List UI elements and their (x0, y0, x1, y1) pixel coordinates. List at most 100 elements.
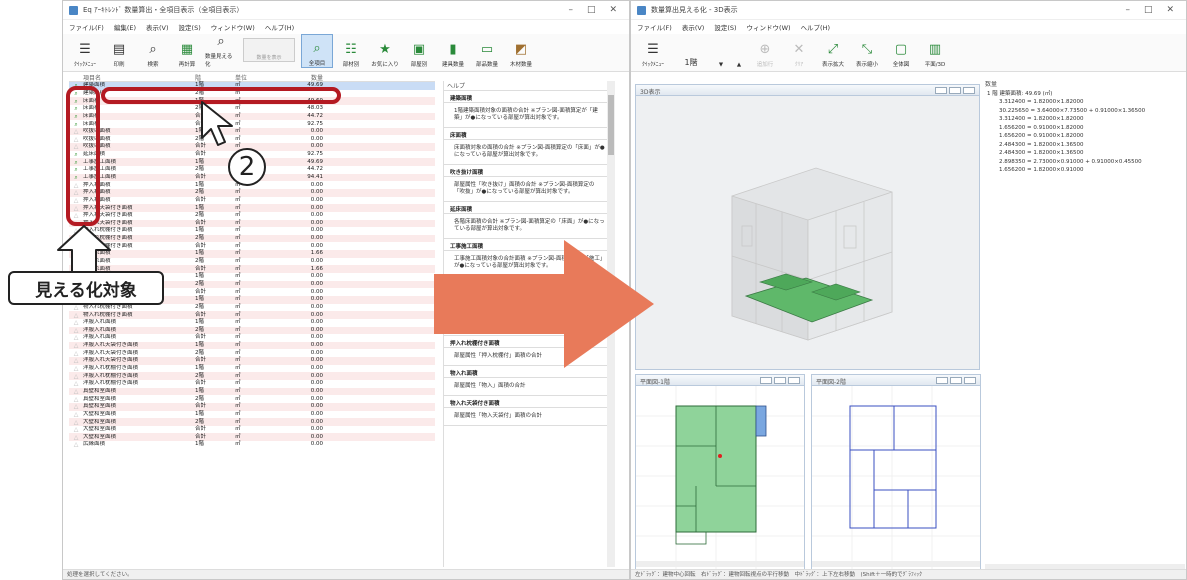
close-button[interactable]: ✕ (1166, 5, 1174, 15)
floor-down-button[interactable]: ▼ (713, 34, 729, 68)
table-row[interactable]: △ 吹抜け面積 1階㎡ 0.00 (69, 127, 435, 136)
menu-help[interactable]: ヘルプ(H) (265, 22, 294, 32)
all-items-tab[interactable]: ⌕ 全項目 (301, 34, 333, 68)
menu-view[interactable]: 表示(V) (146, 22, 169, 32)
menu-window[interactable]: ウィンドウ(W) (747, 22, 791, 32)
menu-file[interactable]: ファイル(F) (637, 22, 672, 32)
fit-all-button[interactable]: ▢ 全体図 (885, 34, 917, 69)
table-row[interactable]: △ 物入れ枕棚付き面積 合計 ㎡ 0.00 (69, 311, 435, 319)
view-3d-pane[interactable]: 3D表示 (635, 84, 980, 370)
help-section: 建築面積 1階建築面積対象の面積の合計 ※プラン図-面積算定が「建築」が●になって… (444, 91, 615, 128)
add-row-button[interactable]: ⊕ 追加行 (749, 34, 781, 69)
table-row[interactable]: △ 洋服入れ天袋付き面積 2階 ㎡ 0.00 (69, 349, 435, 357)
row-quantity: 0.00 (310, 395, 323, 402)
table-row[interactable]: △物入れ面積2階㎡0.00 (69, 258, 435, 266)
minimize-button[interactable]: – (1125, 5, 1130, 15)
table-row[interactable]: △ 真壁和室面積 2階 ㎡ 0.00 (69, 395, 435, 403)
table-row[interactable]: △ 洋服入れ面積 合計 ㎡ 0.00 (69, 334, 435, 342)
by-part-tab[interactable]: ☷ 部材別 (335, 34, 367, 69)
table-row[interactable]: △ 洋服入れ枕棚付き面積 2階 ㎡ 0.00 (69, 372, 435, 380)
lumber-tab[interactable]: ◩ 木材数量 (505, 34, 537, 69)
table-row[interactable]: △ 押入れ枕棚付き面積 1階㎡ 0.00 (69, 227, 435, 235)
menu-edit[interactable]: 編集(E) (114, 22, 136, 32)
menu-settings[interactable]: 設定(S) (179, 22, 201, 32)
table-row[interactable]: △ 真壁和室面積 合計 ㎡ 0.00 (69, 402, 435, 411)
parts-tab[interactable]: ▭ 部品数量 (471, 34, 503, 69)
table-row[interactable]: △ 大壁和室面積 2階 ㎡ 0.00 (69, 418, 435, 426)
col-quantity[interactable]: 数量 (279, 73, 323, 82)
table-row[interactable]: △ 吹抜け面積 2階㎡ 0.00 (69, 135, 435, 143)
table-row[interactable]: △ 押入れ天袋付き面積 1階㎡ 0.00 (69, 204, 435, 212)
table-row[interactable]: △ 大壁和室面積 1階 ㎡ 0.00 (69, 411, 435, 419)
visualize-button[interactable]: ⌕ 数量見える化 (205, 34, 237, 68)
pane-close[interactable] (788, 377, 800, 384)
menu-help[interactable]: ヘルプ(H) (801, 22, 830, 32)
search-button[interactable]: ⌕ 検索 (137, 34, 169, 69)
pane-maximize[interactable] (949, 87, 961, 94)
zoom-in-button[interactable]: ⤢ 表示拡大 (817, 34, 849, 69)
menu-window[interactable]: ウィンドウ(W) (211, 22, 255, 32)
row-quantity: 0.00 (310, 296, 323, 303)
row-floor: 合計 (195, 334, 207, 341)
print-button[interactable]: ▤ 印刷 (103, 34, 135, 69)
fittings-tab[interactable]: ▮ 建具数量 (437, 34, 469, 69)
quick-menu-button[interactable]: ☰ ｸｲｯｸﾒﾆｭｰ (637, 34, 669, 69)
by-room-tab[interactable]: ▣ 部屋別 (403, 34, 435, 69)
table-row[interactable]: △ 洋服入れ枕棚付き面積 1階 ㎡ 0.00 (69, 365, 435, 373)
pane-maximize[interactable] (774, 377, 786, 384)
help-scroll-thumb[interactable] (608, 95, 614, 155)
floor-up-button[interactable]: ▲ (731, 34, 747, 68)
pane-minimize[interactable] (936, 377, 948, 384)
table-row[interactable]: △ 押入れ面積 合計㎡ 0.00 (69, 197, 435, 205)
table-row[interactable]: △ 真壁和室面積 1階 ㎡ 0.00 (69, 387, 435, 396)
table-row[interactable]: ⌕ 床面積 合計㎡ 92.75 (69, 120, 435, 128)
pane-close[interactable] (964, 377, 976, 384)
table-row[interactable]: △ 洋服入れ面積 1階 ㎡ 0.00 (69, 319, 435, 327)
pane-close[interactable] (963, 87, 975, 94)
menu-settings[interactable]: 設定(S) (714, 22, 736, 32)
list-rows: ⌕ 建築面積 1階㎡ 49.69 ⌕ 建築面積 2階㎡ ⌕ 床面積 1階㎡ 49.69 ⌕ 床面積 2階㎡… (69, 82, 435, 449)
table-row[interactable]: △ 大壁和室面積 合計 ㎡ 0.00 (69, 426, 435, 434)
recalc-button[interactable]: ▦ 再計算 (171, 34, 203, 69)
maximize-button[interactable]: □ (1144, 5, 1153, 15)
table-row[interactable]: △ 大壁和室面積 合計 ㎡ 0.00 (69, 433, 435, 442)
table-row[interactable]: △物入れ面積1階㎡1.66 (69, 250, 435, 258)
minimize-button[interactable]: – (568, 5, 573, 15)
table-row[interactable]: △ 押入れ面積 2階㎡ 0.00 (69, 188, 435, 197)
menu-file[interactable]: ファイル(F) (69, 22, 104, 32)
table-row[interactable]: △ 洋服入れ天袋付き面積 1階 ㎡ 0.00 (69, 341, 435, 350)
star-icon: ★ (379, 41, 391, 57)
row-quantity: 94.41 (307, 174, 323, 180)
col-floor[interactable]: 階 (195, 73, 235, 82)
inactive-item-icon: △ (73, 342, 79, 350)
close-button[interactable]: ✕ (609, 5, 617, 15)
table-row[interactable]: △押入れ枕棚付き面積合計㎡0.00 (69, 242, 435, 250)
col-item-name[interactable]: 項目名 (83, 73, 195, 81)
pane-maximize[interactable] (950, 377, 962, 384)
pane-minimize[interactable] (935, 87, 947, 94)
row-unit: ㎡ (235, 242, 241, 249)
zoom-out-button[interactable]: ⤡ 表示縮小 (851, 34, 883, 69)
table-row[interactable]: △ 広縁面積 1階 ㎡ 0.00 (69, 441, 435, 449)
pane-minimize[interactable] (760, 377, 772, 384)
row-quantity: 0.00 (310, 334, 323, 341)
col-unit[interactable]: 単位 (235, 73, 279, 82)
maximize-button[interactable]: □ (587, 5, 596, 15)
table-row[interactable]: △ 押入れ天袋付き面積 合計㎡ 0.00 (69, 219, 435, 228)
table-row[interactable]: ⌕ 床面積 合計㎡ 44.72 (69, 112, 435, 121)
table-row[interactable]: △ 押入れ天袋付き面積 2階㎡ 0.00 (69, 212, 435, 220)
table-row[interactable]: △ 洋服入れ天袋付き面積 合計 ㎡ 0.00 (69, 357, 435, 365)
plan-3d-button[interactable]: ▥ 平面/3D (919, 34, 951, 69)
table-row[interactable]: ⌕ 床面積 2階㎡ 48.03 (69, 105, 435, 113)
floor-selector[interactable]: 1階 (671, 34, 711, 68)
quick-menu-button[interactable]: ☰ ｸｲｯｸﾒﾆｭｰ (69, 34, 101, 69)
row-quantity: 0.00 (310, 128, 323, 135)
plan-1f-pane[interactable]: 平面図-1階 (635, 374, 805, 570)
table-row[interactable]: △押入れ枕棚付き面積2階㎡0.00 (69, 234, 435, 243)
menu-view[interactable]: 表示(V) (682, 22, 705, 32)
table-row[interactable]: △ 洋服入れ枕棚付き面積 合計 ㎡ 0.00 (69, 380, 435, 388)
table-row[interactable]: △ 洋服入れ面積 2階 ㎡ 0.00 (69, 326, 435, 335)
favorites-tab[interactable]: ★ お気に入り (369, 34, 401, 69)
plan-2f-pane[interactable]: 平面図-2階 (811, 374, 981, 570)
clear-button[interactable]: ✕ ｸﾘｱ (783, 34, 815, 69)
